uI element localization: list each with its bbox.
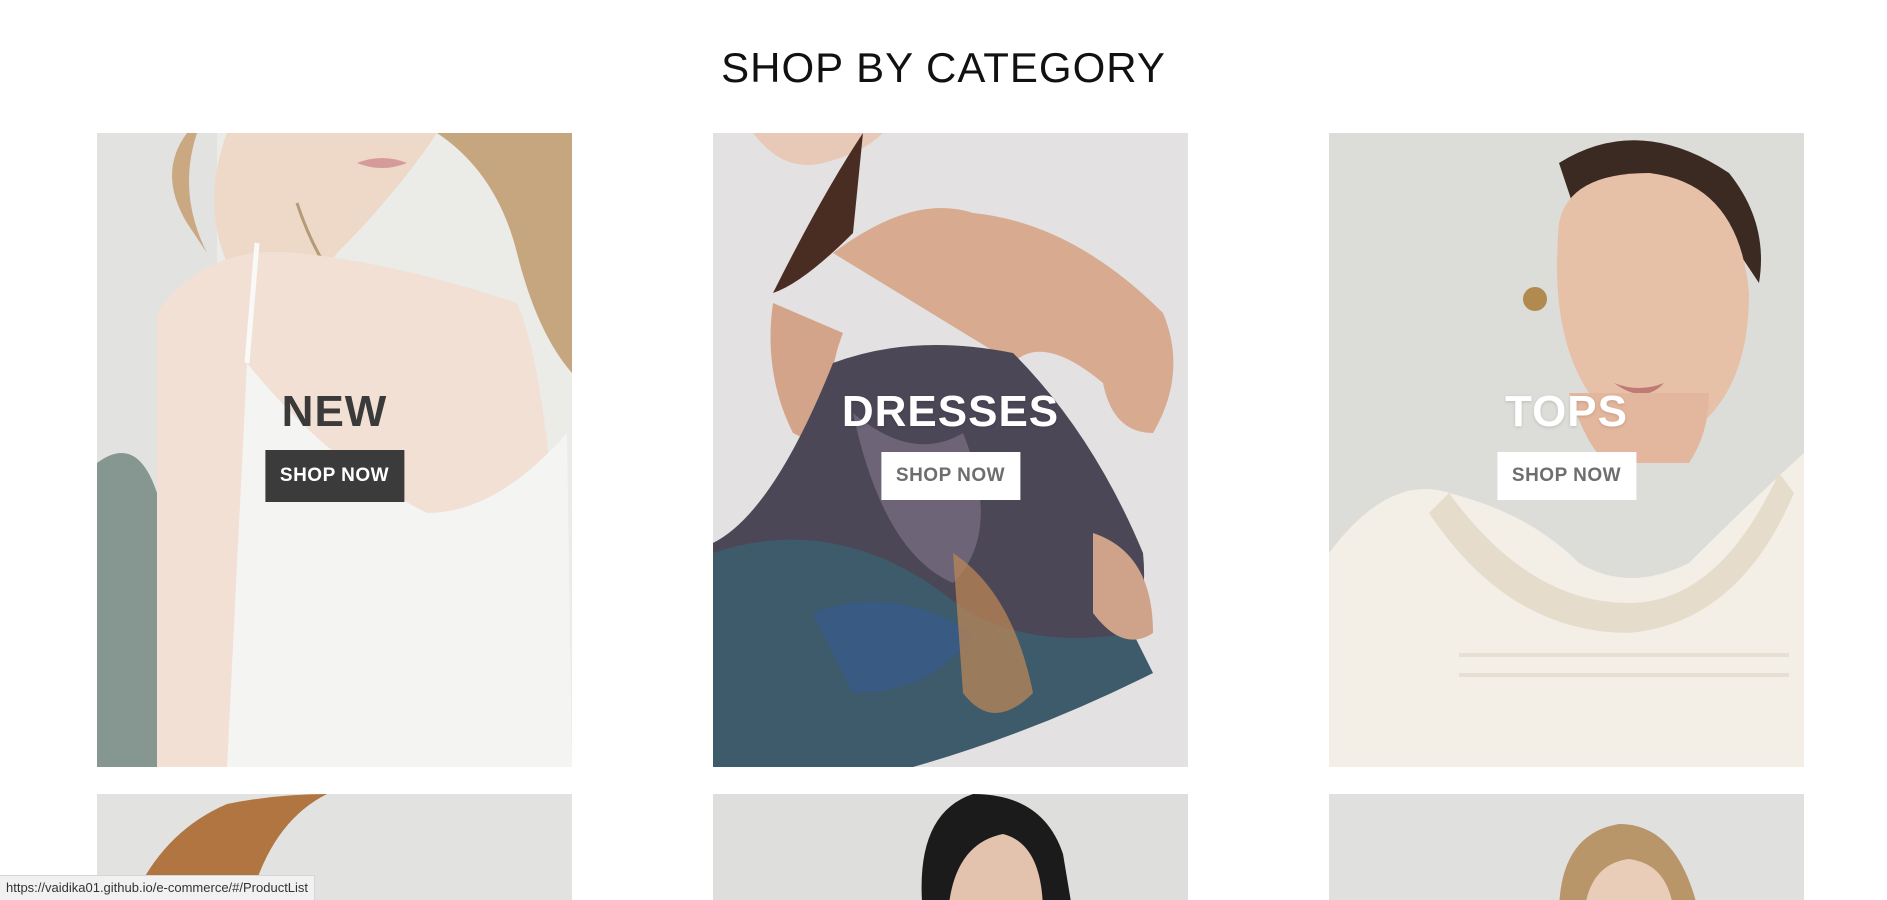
- category-card-new[interactable]: NEW SHOP NOW: [97, 133, 572, 767]
- category-image-dresses: [713, 133, 1188, 767]
- category-label-tops: TOPS: [1504, 387, 1628, 436]
- category-card-tops[interactable]: TOPS SHOP NOW: [1329, 133, 1804, 767]
- category-label-dresses: DRESSES: [841, 387, 1060, 436]
- shop-now-button-tops[interactable]: SHOP NOW: [1496, 452, 1637, 500]
- shop-now-button-new[interactable]: SHOP NOW: [264, 450, 405, 502]
- category-image-row2-3: [1329, 794, 1804, 900]
- category-card-row2-2[interactable]: [713, 794, 1188, 900]
- section-title: SHOP BY CATEGORY: [721, 44, 1166, 91]
- category-image-tops: [1329, 133, 1804, 767]
- category-label-new: NEW: [281, 387, 388, 436]
- shop-now-button-dresses[interactable]: SHOP NOW: [880, 452, 1021, 500]
- category-card-row2-3[interactable]: [1329, 794, 1804, 900]
- page: SHOP BY CATEGORY NEW SHOP NOW DRESSES SH…: [0, 0, 1887, 900]
- category-image-row2-2: [713, 794, 1188, 900]
- category-card-dresses[interactable]: DRESSES SHOP NOW: [713, 133, 1188, 767]
- browser-status-bar: https://vaidika01.github.io/e-commerce/#…: [0, 875, 316, 900]
